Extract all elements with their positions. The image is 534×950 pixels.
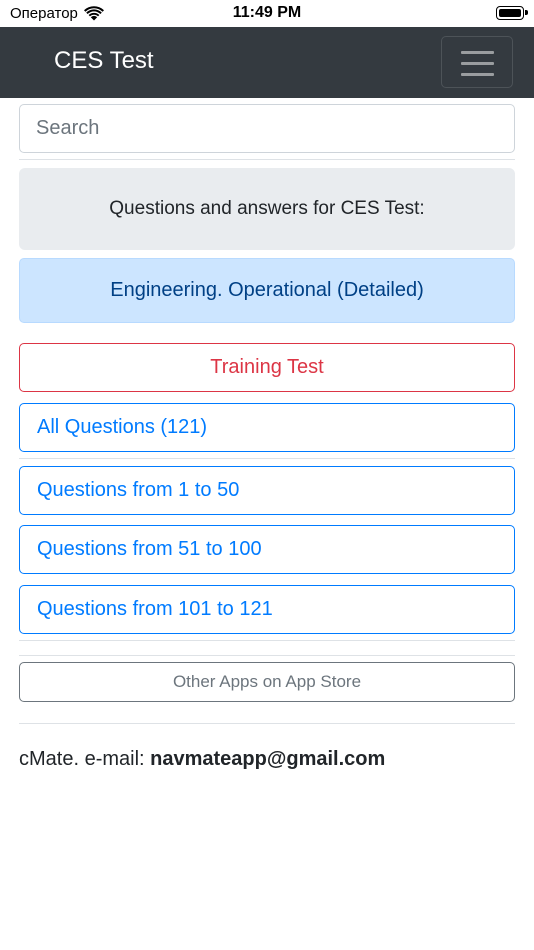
status-time: 11:49 PM [232, 4, 302, 21]
footer-email[interactable]: navmateapp@gmail.com [150, 748, 385, 770]
hamburger-menu-icon [461, 51, 494, 76]
other-apps-button[interactable]: Other Apps on App Store [19, 662, 515, 702]
search-input[interactable] [19, 104, 515, 153]
divider [19, 640, 515, 641]
divider [19, 159, 515, 160]
battery-fill [499, 9, 521, 17]
app-title[interactable]: CES Test [54, 47, 154, 75]
divider [19, 655, 515, 656]
divider [19, 458, 515, 459]
status-bar: Оператор 11:49 PM [0, 0, 534, 27]
intro-banner: Questions and answers for CES Test: [19, 168, 515, 250]
footer-prefix: cMate. e-mail: [19, 748, 151, 770]
questions-101-121-button[interactable]: Questions from 101 to 121 [19, 585, 515, 634]
questions-51-100-button[interactable]: Questions from 51 to 100 [19, 525, 515, 574]
menu-toggle-button[interactable] [441, 36, 513, 88]
category-banner: Engineering. Operational (Detailed) [19, 258, 515, 323]
battery-icon [496, 6, 528, 20]
all-questions-button[interactable]: All Questions (121) [19, 403, 515, 452]
footer-contact: cMate. e-mail: navmateapp@gmail.com [19, 748, 385, 771]
training-test-button[interactable]: Training Test [19, 343, 515, 392]
divider [19, 723, 515, 724]
navbar: CES Test [0, 27, 534, 98]
questions-1-50-button[interactable]: Questions from 1 to 50 [19, 466, 515, 515]
